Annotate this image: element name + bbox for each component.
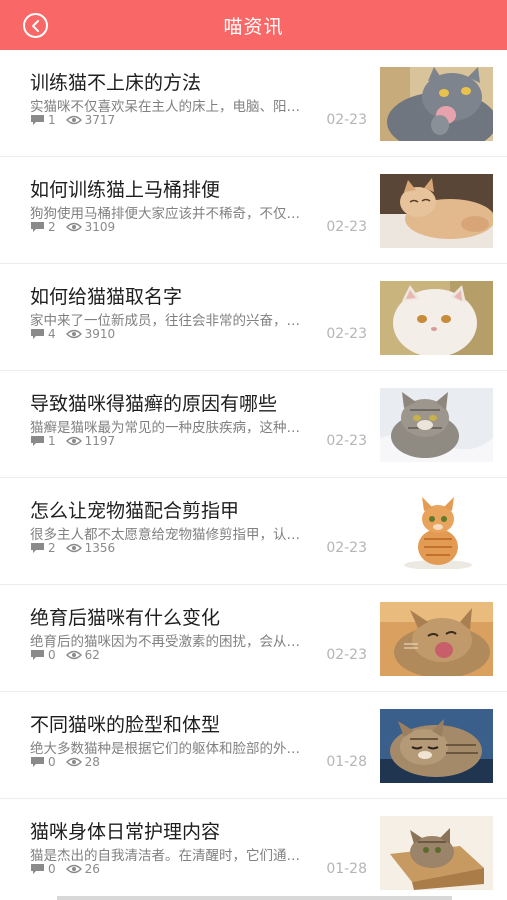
view-count: 26: [84, 862, 100, 876]
article-stats: 0 26: [30, 861, 110, 877]
view-count: 3109: [84, 220, 116, 234]
eye-icon: [65, 222, 82, 232]
article-thumbnail[interactable]: [380, 495, 493, 569]
back-button[interactable]: [23, 13, 48, 38]
comment-icon: [30, 649, 45, 661]
article-title: 不同猫咪的脸型和体型: [30, 714, 221, 736]
article-stats: 2 3109: [30, 219, 125, 235]
eye-icon: [65, 436, 82, 446]
comment-icon: [30, 863, 45, 875]
eye-icon: [65, 329, 82, 339]
article-thumbnail[interactable]: [380, 709, 493, 783]
article-stats: 1 1197: [30, 433, 125, 449]
app-header: 喵资讯: [0, 0, 507, 50]
article-item[interactable]: 导致猫咪得猫癣的原因有哪些 猫癣是猫咪最为常见的一种皮肤疾病，这种… 1 119…: [0, 371, 507, 478]
article-date: 02-23: [326, 112, 367, 128]
comment-icon: [30, 542, 45, 554]
view-count: 28: [84, 755, 100, 769]
comment-count: 2: [48, 541, 56, 555]
view-count: 1356: [84, 541, 116, 555]
eye-icon: [65, 864, 82, 874]
article-item[interactable]: 如何训练猫上马桶排便 狗狗使用马桶排便大家应该并不稀奇，不仅… 2 3109 0…: [0, 157, 507, 264]
comment-icon: [30, 756, 45, 768]
article-date: 01-28: [326, 861, 367, 877]
article-thumbnail[interactable]: [380, 174, 493, 248]
article-thumbnail[interactable]: [380, 602, 493, 676]
comment-count: 1: [48, 113, 56, 127]
article-date: 01-28: [326, 754, 367, 770]
article-stats: 4 3910: [30, 326, 125, 342]
article-thumbnail[interactable]: [380, 388, 493, 462]
view-count: 3910: [84, 327, 116, 341]
article-title: 如何训练猫上马桶排便: [30, 179, 221, 201]
view-count: 1197: [84, 434, 116, 448]
article-date: 02-23: [326, 540, 367, 556]
article-item[interactable]: 怎么让宠物猫配合剪指甲 很多主人都不太愿意给宠物猫修剪指甲，认… 2 1356 …: [0, 478, 507, 585]
comment-count: 0: [48, 755, 56, 769]
article-date: 02-23: [326, 219, 367, 235]
view-count: 3717: [84, 113, 116, 127]
eye-icon: [65, 650, 82, 660]
eye-icon: [65, 543, 82, 553]
article-stats: 1 3717: [30, 112, 125, 128]
article-item[interactable]: 不同猫咪的脸型和体型 绝大多数猫种是根据它们的躯体和脸部的外… 0 28 01-…: [0, 692, 507, 799]
scroll-indicator: [57, 896, 452, 900]
article-thumbnail[interactable]: [380, 67, 493, 141]
article-date: 02-23: [326, 647, 367, 663]
comment-count: 4: [48, 327, 56, 341]
article-list: 训练猫不上床的方法 实猫咪不仅喜欢呆在主人的床上，电脑、阳… 1 3717 02…: [0, 50, 507, 900]
comment-count: 1: [48, 434, 56, 448]
comment-count: 0: [48, 862, 56, 876]
article-item[interactable]: 猫咪身体日常护理内容 猫是杰出的自我清洁者。在清醒时，它们通… 0 26 01-…: [0, 799, 507, 900]
article-title: 绝育后猫咪有什么变化: [30, 607, 221, 629]
article-date: 02-23: [326, 326, 367, 342]
article-date: 02-23: [326, 433, 367, 449]
comment-count: 2: [48, 220, 56, 234]
article-stats: 0 62: [30, 647, 110, 663]
article-title: 导致猫咪得猫癣的原因有哪些: [30, 393, 278, 415]
article-thumbnail[interactable]: [380, 816, 493, 890]
view-count: 62: [84, 648, 100, 662]
eye-icon: [65, 115, 82, 125]
article-title: 猫咪身体日常护理内容: [30, 821, 221, 843]
article-thumbnail[interactable]: [380, 281, 493, 355]
comment-icon: [30, 328, 45, 340]
comment-icon: [30, 114, 45, 126]
comment-count: 0: [48, 648, 56, 662]
article-title: 如何给猫猫取名字: [30, 286, 183, 308]
article-item[interactable]: 绝育后猫咪有什么变化 绝育后的猫咪因为不再受激素的困扰，会从… 0 62 02-…: [0, 585, 507, 692]
comment-icon: [30, 221, 45, 233]
comment-icon: [30, 435, 45, 447]
article-title: 怎么让宠物猫配合剪指甲: [30, 500, 240, 522]
article-title: 训练猫不上床的方法: [30, 72, 202, 94]
article-item[interactable]: 如何给猫猫取名字 家中来了一位新成员，往往会非常的兴奋，… 4 3910 02-…: [0, 264, 507, 371]
article-item[interactable]: 训练猫不上床的方法 实猫咪不仅喜欢呆在主人的床上，电脑、阳… 1 3717 02…: [0, 50, 507, 157]
page-title: 喵资讯: [223, 15, 284, 38]
article-stats: 0 28: [30, 754, 110, 770]
article-stats: 2 1356: [30, 540, 125, 556]
chevron-left-icon: [30, 19, 42, 32]
eye-icon: [65, 757, 82, 767]
